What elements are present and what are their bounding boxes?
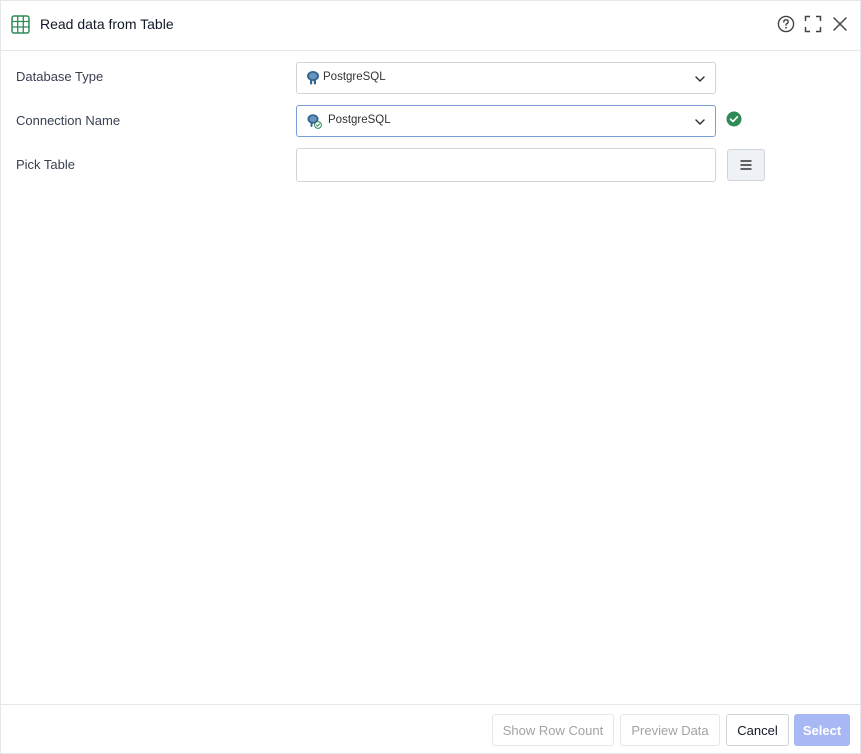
cancel-button[interactable]: Cancel [726,714,789,746]
list-icon [740,160,752,170]
dialog-header: Read data from Table [1,1,860,51]
pick-table-label: Pick Table [16,157,76,172]
connection-name-value: PostgreSQL [328,114,391,126]
pick-table-input[interactable] [296,148,716,182]
database-type-select[interactable]: PostgreSQL [296,62,716,94]
chevron-down-icon [695,76,705,82]
dialog-footer: Show Row Count Preview Data Cancel Selec… [1,704,860,754]
dialog-title: Read data from Table [40,16,174,32]
help-button[interactable] [775,13,797,35]
preview-data-button[interactable]: Preview Data [620,714,720,746]
chevron-down-icon [695,119,705,125]
close-button[interactable] [829,13,851,35]
check-circle-icon [726,111,742,127]
connection-name-label: Connection Name [16,113,121,128]
table-icon [11,15,30,34]
show-row-count-button[interactable]: Show Row Count [492,714,614,746]
postgresql-icon [307,71,319,85]
connection-name-select[interactable]: PostgreSQL [296,105,716,137]
read-data-dialog: Read data from Table Database Type Postg… [0,0,861,754]
maximize-button[interactable] [802,13,824,35]
maximize-icon [804,15,822,33]
browse-tables-button[interactable] [727,149,765,181]
database-type-label: Database Type [16,69,104,84]
postgresql-connection-icon [307,114,322,129]
database-type-value: PostgreSQL [323,71,386,83]
close-icon [833,17,847,31]
select-button[interactable]: Select [794,714,850,746]
help-circle-icon [777,15,795,33]
